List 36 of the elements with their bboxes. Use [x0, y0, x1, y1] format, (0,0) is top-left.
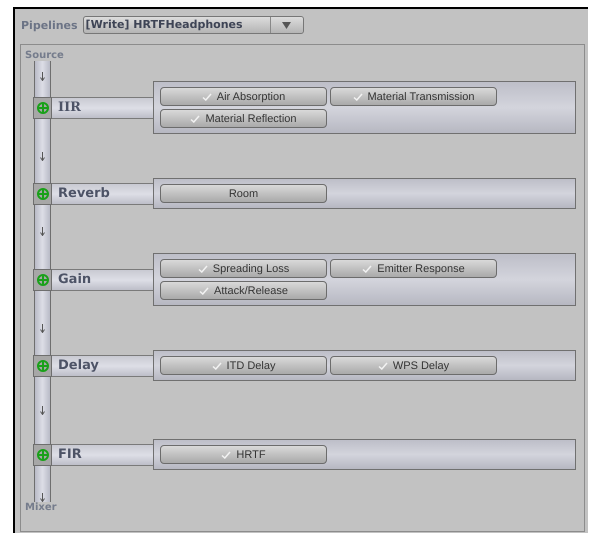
add-node-button[interactable]: [33, 354, 52, 376]
add-icon: [36, 188, 48, 200]
pipeline-dropdown[interactable]: [Write] HRTFHeadphones: [82, 16, 304, 34]
effect-button[interactable]: Material Transmission: [330, 87, 497, 106]
effect-button[interactable]: ITD Delay: [160, 356, 327, 375]
add-node-button[interactable]: [33, 182, 52, 204]
stage-label: IIR: [52, 96, 155, 118]
stage-label: Delay: [52, 354, 155, 376]
add-icon: [36, 360, 48, 372]
stage-label: FIR: [52, 444, 155, 466]
source-label: Source: [25, 50, 64, 61]
effect-button[interactable]: Room: [160, 184, 327, 203]
dropdown-caret-icon: [282, 22, 292, 28]
effect-button[interactable]: Spreading Loss: [160, 259, 327, 278]
effect-button[interactable]: Air Absorption: [160, 87, 327, 106]
mixer-label: Mixer: [25, 502, 57, 513]
down-arrow-icon: [40, 72, 45, 81]
add-icon: [36, 448, 48, 460]
effect-button[interactable]: WPS Delay: [330, 356, 497, 375]
down-arrow-icon: [40, 227, 45, 236]
add-node-button[interactable]: [33, 444, 52, 466]
effect-button[interactable]: Emitter Response: [330, 259, 497, 278]
down-arrow-icon: [40, 493, 45, 502]
add-node-button[interactable]: [33, 96, 52, 118]
down-arrow-icon: [40, 406, 45, 415]
down-arrow-icon: [40, 152, 45, 161]
add-node-button[interactable]: [33, 268, 52, 290]
effect-button[interactable]: Material Reflection: [160, 109, 327, 128]
add-icon: [36, 102, 48, 114]
pipelines-label: Pipelines: [21, 18, 78, 32]
stage-label: Reverb: [52, 182, 155, 204]
down-arrow-icon: [40, 324, 45, 333]
add-icon: [36, 274, 48, 286]
effect-button[interactable]: Attack/Release: [160, 281, 327, 300]
effect-button[interactable]: HRTF: [160, 445, 327, 464]
stage-label: Gain: [52, 268, 155, 290]
